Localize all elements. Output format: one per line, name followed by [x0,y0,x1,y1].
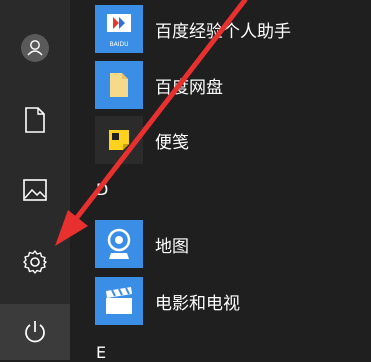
app-item-sticky-notes[interactable]: 便笺 [95,112,189,168]
app-label: 地图 [155,236,189,257]
app-label: 电影和电视 [155,293,240,314]
app-label: 百度网盘 [155,77,223,98]
folder-icon [95,61,143,109]
user-icon [20,33,50,63]
app-list: BAIDU 百度经验个人助手 百度网盘 便笺 D 地图 电影和电视 E [70,0,371,362]
app-item-baidu-netdisk[interactable]: 百度网盘 [95,57,223,113]
app-label: 百度经验个人助手 [155,21,291,42]
baidu-tile-text: BAIDU [109,41,129,48]
section-letter-e[interactable]: E [96,343,106,362]
section-letter-d[interactable]: D [96,180,108,199]
baidu-jingyan-icon: BAIDU [95,5,143,53]
movies-tv-icon [95,277,143,325]
settings-button[interactable] [0,234,70,290]
app-label: 便笺 [155,132,189,153]
maps-icon [95,220,143,268]
power-icon [22,319,48,345]
app-item-baidu-jingyan[interactable]: BAIDU 百度经验个人助手 [95,1,291,57]
settings-icon [22,249,48,275]
pictures-button[interactable] [0,162,70,218]
app-item-maps[interactable]: 地图 [95,216,189,272]
app-item-movies-tv[interactable]: 电影和电视 [95,273,240,329]
documents-button[interactable] [0,92,70,148]
document-icon [24,107,46,133]
user-account-button[interactable] [0,20,70,76]
power-button[interactable] [0,304,70,360]
start-menu-rail [0,0,70,360]
pictures-icon [23,179,47,201]
sticky-note-icon [95,116,143,164]
